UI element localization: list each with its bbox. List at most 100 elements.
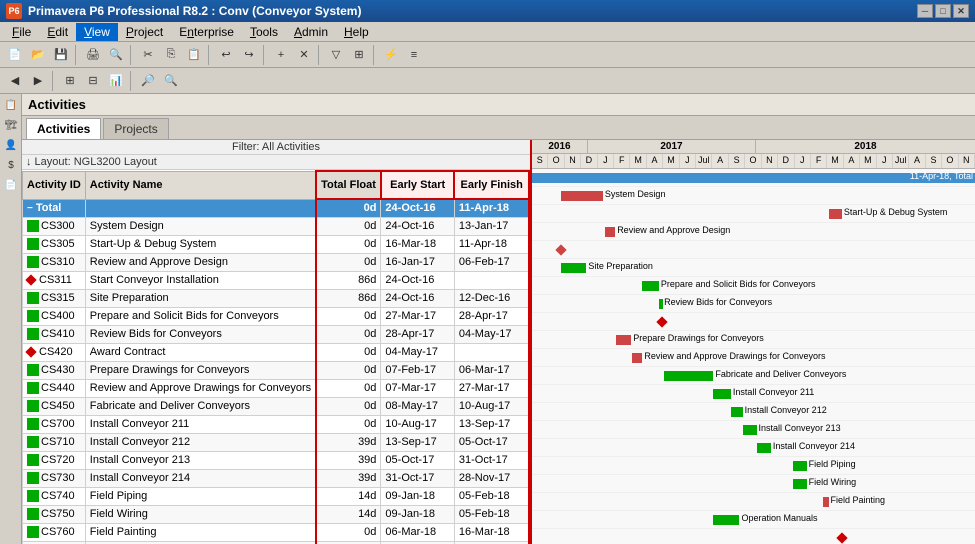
sb-reports[interactable]: 📄 xyxy=(2,176,20,194)
cell-total-float: 0d xyxy=(316,199,381,217)
table-row[interactable]: CS400Prepare and Solicit Bids for Convey… xyxy=(23,307,530,325)
table-row[interactable]: CS730Install Conveyor 21439d31-Oct-1728-… xyxy=(23,469,530,487)
menu-edit[interactable]: Edit xyxy=(39,23,76,41)
col-header-start[interactable]: Early Start xyxy=(381,171,454,199)
tb-open[interactable]: 📂 xyxy=(27,44,49,66)
tb-print[interactable]: 🖨 xyxy=(82,44,104,66)
col-header-float[interactable]: Total Float xyxy=(316,171,381,199)
gantt-bar-label: Prepare Drawings for Conveyors xyxy=(633,333,764,343)
cell-early-start: 04-May-17 xyxy=(381,343,454,361)
maximize-button[interactable]: □ xyxy=(935,4,951,18)
cell-activity-name: Install Conveyor 212 xyxy=(85,433,316,451)
menu-view[interactable]: View xyxy=(76,23,118,41)
content-area: Filter: All Activities ↓ Layout: NGL3200… xyxy=(22,140,975,544)
cell-activity-id: CS730 xyxy=(23,469,86,487)
tb-schedule[interactable]: ⚡ xyxy=(380,44,402,66)
table-row[interactable]: CS305Start-Up & Debug System0d16-Mar-181… xyxy=(23,235,530,253)
cell-total-float: 0d xyxy=(316,379,381,397)
cell-early-finish: 11-Apr-18 xyxy=(454,235,529,253)
tb-save[interactable]: 💾 xyxy=(50,44,72,66)
gantt-month-cell: J xyxy=(795,154,811,168)
menu-project[interactable]: Project xyxy=(118,23,171,41)
col-header-id[interactable]: Activity ID xyxy=(23,171,86,199)
tb-redo[interactable]: ↪ xyxy=(238,44,260,66)
tb2-4[interactable]: ⊟ xyxy=(82,70,104,92)
tab-activities[interactable]: Activities xyxy=(26,118,101,139)
tb2-sep-1 xyxy=(52,71,56,91)
tb-copy[interactable]: ⎘ xyxy=(160,44,182,66)
gantt-month-cell: N xyxy=(959,154,975,168)
cell-activity-name: Field Piping xyxy=(85,487,316,505)
green-icon xyxy=(27,436,39,448)
gantt-scroll[interactable]: 11-Apr-18, TotalSystem DesignStart-Up & … xyxy=(532,169,975,544)
table-row[interactable]: CS420Award Contract0d04-May-17 xyxy=(23,343,530,361)
title-bar: P6 Primavera P6 Professional R8.2 : Conv… xyxy=(0,0,975,22)
app-body: 📋 🏗 👤 $ 📄 Activities Activities Projects… xyxy=(0,94,975,544)
cell-total-float: 0d xyxy=(316,415,381,433)
tb2-7[interactable]: 🔍 xyxy=(160,70,182,92)
green-icon xyxy=(27,238,39,250)
gantt-milestone xyxy=(555,244,566,255)
col-header-name[interactable]: Activity Name xyxy=(85,171,316,199)
menu-file[interactable]: File xyxy=(4,23,39,41)
table-row[interactable]: CS750Field Wiring14d09-Jan-1805-Feb-18 xyxy=(23,505,530,523)
cell-early-start: 24-Oct-16 xyxy=(381,199,454,217)
gantt-month-cell: J xyxy=(598,154,614,168)
gantt-bar-label: Site Preparation xyxy=(588,261,653,271)
tb-new[interactable]: 📄 xyxy=(4,44,26,66)
tb2-2[interactable]: ▶ xyxy=(27,70,49,92)
table-row[interactable]: CS310Review and Approve Design0d16-Jan-1… xyxy=(23,253,530,271)
sb-resources[interactable]: 👤 xyxy=(2,136,20,154)
tb2-5[interactable]: 📊 xyxy=(105,70,127,92)
tb2-1[interactable]: ◀ xyxy=(4,70,26,92)
table-row[interactable]: CS410Review Bids for Conveyors0d28-Apr-1… xyxy=(23,325,530,343)
menu-enterprise[interactable]: Enterprise xyxy=(171,23,242,41)
menu-admin[interactable]: Admin xyxy=(286,23,336,41)
tb-delete[interactable]: ✕ xyxy=(293,44,315,66)
green-icon xyxy=(27,310,39,322)
tb-add[interactable]: + xyxy=(270,44,292,66)
table-row[interactable]: − Total0d24-Oct-1611-Apr-18 xyxy=(23,199,530,217)
green-icon xyxy=(27,400,39,412)
tb-filter[interactable]: ▽ xyxy=(325,44,347,66)
cell-activity-name: Install Conveyor 213 xyxy=(85,451,316,469)
cell-early-finish: 11-Apr-18 xyxy=(454,199,529,217)
gantt-row xyxy=(532,313,975,331)
cell-early-start: 10-Aug-17 xyxy=(381,415,454,433)
menu-help[interactable]: Help xyxy=(336,23,377,41)
table-row[interactable]: CS710Install Conveyor 21239d13-Sep-1705-… xyxy=(23,433,530,451)
gantt-row: Site Preparation xyxy=(532,259,975,277)
table-row[interactable]: CS315Site Preparation86d24-Oct-1612-Dec-… xyxy=(23,289,530,307)
tab-projects[interactable]: Projects xyxy=(103,118,168,139)
window-controls: ─ □ ✕ xyxy=(917,4,969,18)
table-row[interactable]: CS760Field Painting0d06-Mar-1816-Mar-18 xyxy=(23,523,530,541)
table-row[interactable]: CS430Prepare Drawings for Conveyors0d07-… xyxy=(23,361,530,379)
tb-paste[interactable]: 📋 xyxy=(183,44,205,66)
table-row[interactable]: CS311Start Conveyor Installation86d24-Oc… xyxy=(23,271,530,289)
table-row[interactable]: CS450Fabricate and Deliver Conveyors0d08… xyxy=(23,397,530,415)
minimize-button[interactable]: ─ xyxy=(917,4,933,18)
tb-level[interactable]: ≡ xyxy=(403,44,425,66)
table-row[interactable]: CS700Install Conveyor 2110d10-Aug-1713-S… xyxy=(23,415,530,433)
table-row[interactable]: CS720Install Conveyor 21339d05-Oct-1731-… xyxy=(23,451,530,469)
close-button[interactable]: ✕ xyxy=(953,4,969,18)
panel-title: Activities xyxy=(22,94,975,116)
grid-scroll[interactable]: Activity ID Activity Name Total Float Ea… xyxy=(22,170,530,544)
tb-cut[interactable]: ✂ xyxy=(137,44,159,66)
tb-group[interactable]: ⊞ xyxy=(348,44,370,66)
tb2-6[interactable]: 🔎 xyxy=(137,70,159,92)
tb-undo[interactable]: ↩ xyxy=(215,44,237,66)
gantt-bar-label: Field Painting xyxy=(831,495,886,505)
table-row[interactable]: CS300System Design0d24-Oct-1613-Jan-17 xyxy=(23,217,530,235)
tb-preview[interactable]: 🔍 xyxy=(105,44,127,66)
sb-wbs[interactable]: 🏗 xyxy=(2,116,20,134)
gantt-month-cell: D xyxy=(778,154,794,168)
menu-tools[interactable]: Tools xyxy=(242,23,286,41)
sb-activities[interactable]: 📋 xyxy=(2,96,20,114)
sb-costs[interactable]: $ xyxy=(2,156,20,174)
table-row[interactable]: CS740Field Piping14d09-Jan-1805-Feb-18 xyxy=(23,487,530,505)
col-header-finish[interactable]: Early Finish xyxy=(454,171,529,199)
tb2-3[interactable]: ⊞ xyxy=(59,70,81,92)
gantt-bar xyxy=(713,515,739,525)
table-row[interactable]: CS440Review and Approve Drawings for Con… xyxy=(23,379,530,397)
